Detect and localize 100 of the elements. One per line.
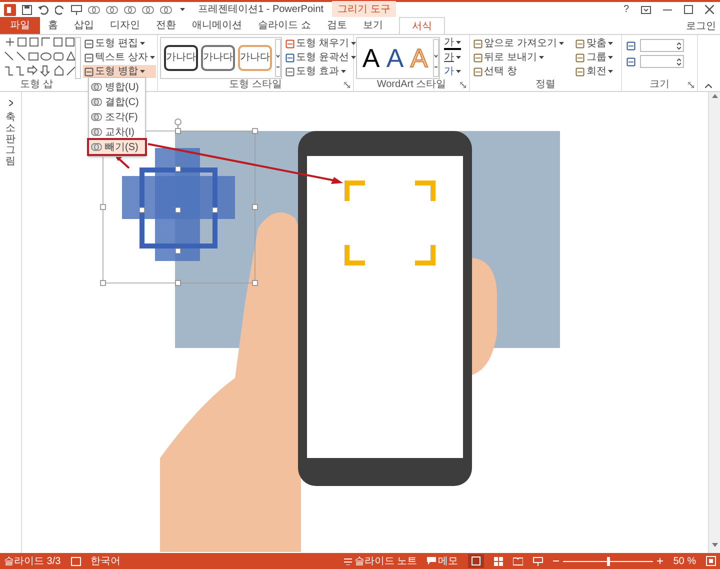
menu-item[interactable]: 결합(C) — [89, 95, 145, 109]
dropdown-arrow-icon — [150, 56, 155, 59]
ribbon-command[interactable]: 맞춤 — [575, 37, 621, 50]
group-label: WordArt 스타일 — [376, 80, 446, 90]
ribbon-command[interactable]: 앞으로 가져오기 — [473, 37, 572, 50]
collapse-ribbon-icon[interactable] — [705, 84, 712, 88]
dialog-launcher-icon[interactable] — [344, 82, 350, 88]
menu-item[interactable]: 조각(F) — [89, 110, 145, 124]
zoom-percent[interactable]: 50 % — [673, 554, 696, 568]
menu-item[interactable]: 빼기(S) — [89, 140, 145, 154]
spinner-icon[interactable] — [677, 42, 681, 50]
zoom-out-icon[interactable] — [553, 558, 560, 564]
ribbon-command[interactable]: 텍스트 상자 — [83, 51, 156, 64]
comments-button[interactable]: 메모 — [427, 554, 458, 568]
help-button[interactable]: ? — [623, 2, 629, 17]
dialog-launcher-icon[interactable] — [688, 82, 694, 88]
ribbon-command[interactable]: 회전 — [575, 65, 621, 78]
dropdown-arrow-icon — [456, 70, 461, 73]
menu-item[interactable]: 병합(U) — [89, 80, 145, 94]
slideshow-icon[interactable] — [533, 556, 544, 566]
dropdown-arrow-icon — [608, 42, 614, 45]
ribbon-command[interactable]: 도형 윤곽선 — [285, 51, 356, 64]
dropdown-arrow-icon — [538, 56, 544, 59]
customize-arrow-icon — [180, 8, 185, 11]
sign-in-link[interactable]: 로그인 — [686, 19, 720, 34]
ribbon-command[interactable]: 도형 편집 — [83, 37, 156, 50]
undo-icon[interactable] — [38, 4, 49, 14]
ribbon-command[interactable]: 뒤로 보내기 — [473, 51, 572, 64]
ribbon-tab[interactable]: 슬라이드 쇼 — [250, 17, 319, 34]
ribbon-command[interactable]: 도형 병합 — [83, 65, 156, 78]
arrange-command-icon — [575, 66, 586, 76]
ribbon-display-icon[interactable] — [641, 6, 651, 14]
dropdown-arrow-icon — [140, 70, 145, 73]
shape-command-icon — [84, 52, 94, 62]
reading-view-icon[interactable] — [513, 556, 524, 566]
shape-command-icon — [84, 66, 94, 76]
shape-format-icon — [285, 52, 295, 62]
dropdown-arrow-icon — [456, 56, 461, 59]
group-label: 도형 스타일 — [229, 80, 282, 90]
shape-format-icon — [285, 38, 295, 48]
text-format-button[interactable]: 가 — [444, 51, 461, 64]
merge-shapes-icon[interactable] — [88, 4, 100, 14]
ribbon-command[interactable]: 도형 효과 — [285, 65, 356, 78]
wordart-preset[interactable]: A — [385, 45, 405, 71]
language-indicator[interactable]: 한국어 — [90, 554, 121, 568]
ribbon-tab[interactable]: 파일 — [0, 17, 40, 34]
size-field[interactable] — [640, 55, 684, 68]
arrange-command-icon — [473, 66, 483, 76]
thumbnail-pane-label: 축소판 그림 — [6, 112, 16, 167]
group-label: 도형 삽 — [20, 80, 53, 90]
group-label: 크기 — [650, 80, 670, 90]
close-icon[interactable] — [705, 5, 714, 14]
dialog-launcher-icon[interactable] — [460, 82, 466, 88]
text-format-button[interactable]: 가 — [444, 65, 461, 78]
window-title: 프레젠테이션1 - PowerPoint — [198, 3, 324, 17]
height-icon — [626, 40, 636, 50]
spinner-icon[interactable] — [677, 58, 681, 66]
merge-shapes-icon[interactable] — [160, 4, 172, 14]
ribbon-tab[interactable]: 삽입 — [66, 17, 102, 34]
zoom-in-icon[interactable] — [657, 558, 664, 564]
text-format-button[interactable]: 가 — [444, 37, 461, 50]
fit-to-window-icon[interactable] — [706, 556, 716, 566]
merge-shapes-icon[interactable] — [106, 4, 118, 14]
maximize-icon[interactable] — [684, 5, 693, 14]
ribbon-tab[interactable]: 전환 — [148, 17, 184, 34]
ribbon-command[interactable]: 선택 창 — [473, 65, 572, 78]
ribbon-tab[interactable]: 서식 — [398, 17, 445, 34]
spelling-check-icon[interactable] — [70, 556, 81, 566]
merge-shapes-icon — [91, 112, 102, 122]
ribbon-command[interactable]: 그룹 — [575, 51, 621, 64]
scroll-up-icon[interactable] — [712, 94, 718, 98]
shape-style-preset[interactable]: 가나다 — [201, 45, 235, 71]
wordart-preset[interactable]: A — [361, 45, 381, 71]
expand-pane-icon[interactable] — [8, 100, 12, 106]
ribbon-command[interactable]: 도형 채우기 — [285, 37, 356, 50]
ribbon-tab[interactable]: 검토 — [318, 17, 355, 34]
notes-button[interactable]: 슬라이드 노트 — [344, 554, 418, 568]
shape-style-preset[interactable]: 가나다 — [164, 45, 198, 71]
merge-shapes-icon[interactable] — [142, 4, 154, 14]
slideshow-icon[interactable] — [71, 4, 82, 14]
context-tab-title: 그리기 도구 — [332, 1, 396, 18]
merge-shapes-icon — [91, 97, 102, 107]
shape-style-preset[interactable]: 가나다 — [238, 45, 272, 71]
shape-gallery-drawing[interactable] — [3, 37, 81, 79]
size-field[interactable] — [640, 39, 684, 52]
redo-icon[interactable] — [55, 4, 65, 14]
merge-shapes-icon[interactable] — [124, 4, 136, 14]
gallery-scroll-icon[interactable] — [275, 39, 281, 77]
gallery-scroll-icon[interactable] — [433, 39, 439, 77]
slide-sorter-icon[interactable] — [494, 556, 504, 566]
ribbon-tab[interactable]: 애니메이션 — [184, 17, 250, 34]
save-icon[interactable] — [22, 4, 32, 14]
arrange-command-icon — [473, 52, 483, 62]
width-icon — [626, 56, 636, 66]
ribbon-tab[interactable]: 보기 — [354, 17, 391, 34]
zoom-slider-thumb[interactable] — [606, 556, 610, 566]
dropdown-arrow-icon — [340, 70, 346, 73]
ribbon-tab[interactable]: 홈 — [40, 17, 66, 34]
ribbon-tab[interactable]: 디자인 — [102, 17, 148, 34]
normal-view-icon[interactable] — [468, 554, 484, 568]
